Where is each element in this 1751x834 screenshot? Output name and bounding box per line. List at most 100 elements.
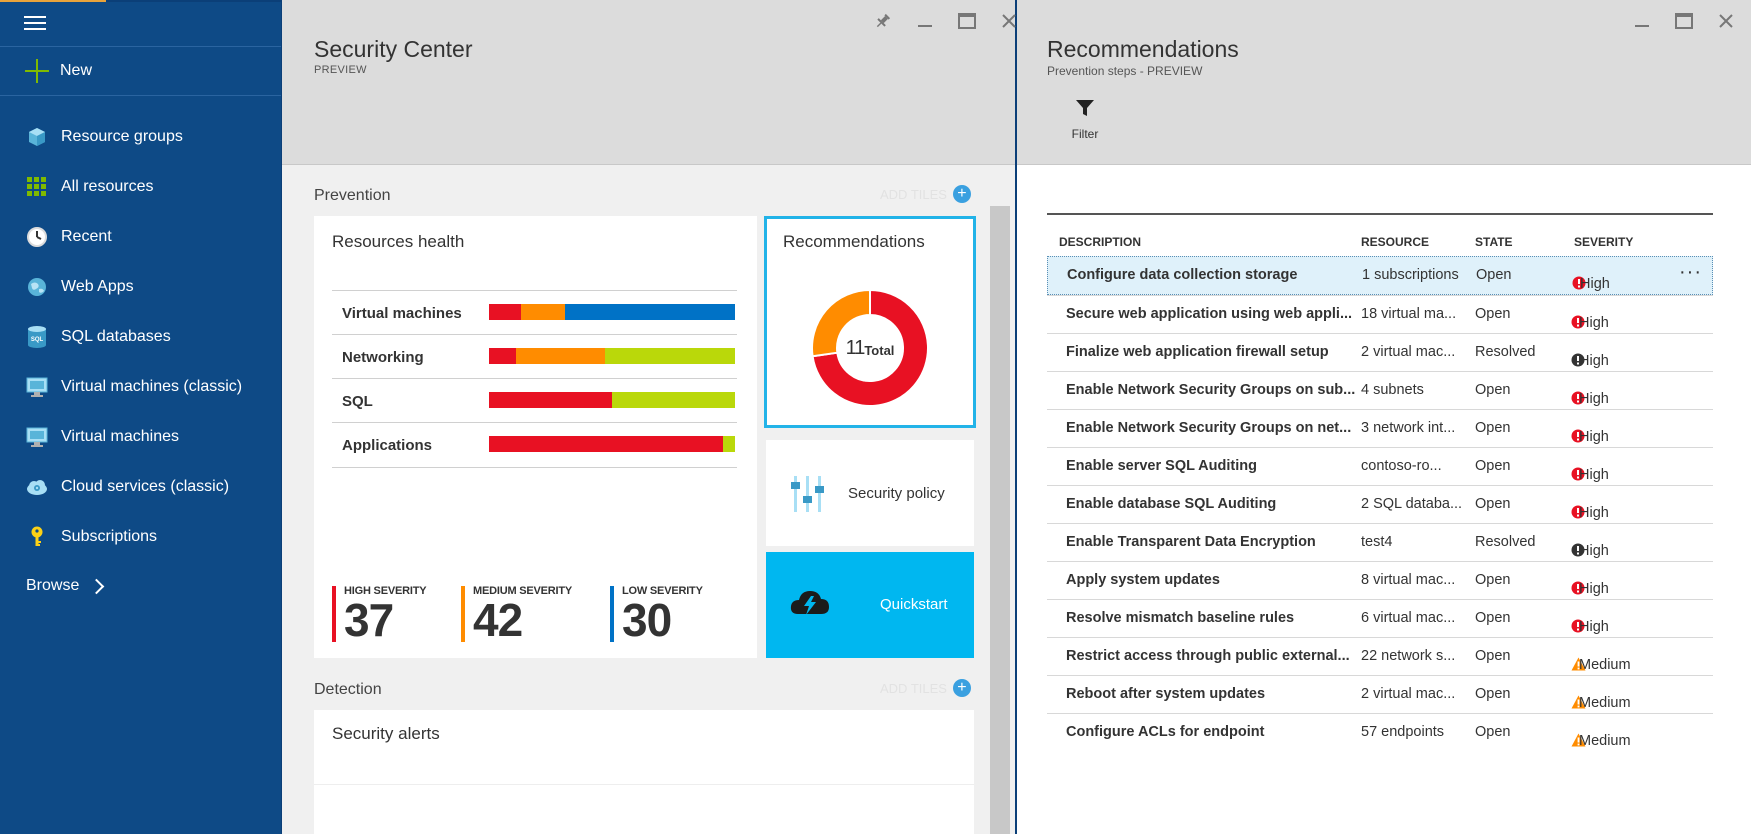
sidebar-item-label: Subscriptions	[61, 528, 158, 545]
table-row[interactable]: Enable database SQL Auditing 2 SQL databa…	[1047, 485, 1713, 523]
detection-section-label: Detection	[314, 681, 382, 698]
pin-icon[interactable]	[862, 8, 904, 34]
table-row[interactable]: Enable Network Security Groups on net...…	[1047, 409, 1713, 447]
add-tiles-label: ADD TILES	[880, 186, 947, 202]
sidebar-item-resource-groups[interactable]: Resource groups	[0, 112, 281, 162]
row-severity-label: High	[1579, 429, 1609, 445]
more-options-icon[interactable]: ···	[1679, 261, 1702, 284]
sidebar-item-sql-databases[interactable]: SQL SQL databases	[0, 312, 281, 362]
row-state: Open	[1476, 267, 1512, 283]
resources-health-tile[interactable]: Resources health Virtual machines Networ…	[314, 216, 757, 658]
health-row-name: Applications	[342, 437, 433, 454]
hamburger-menu-icon[interactable]	[24, 16, 46, 32]
sidebar-item-virtual-machines-classic[interactable]: Virtual machines (classic)	[0, 362, 281, 412]
table-row[interactable]: Configure data collection storage 1 subsc…	[1047, 256, 1713, 295]
recommendations-table: DESCRIPTION RESOURCE STATE SEVERITY Conf…	[1047, 213, 1713, 751]
sidebar-item-subscriptions[interactable]: Subscriptions	[0, 512, 281, 562]
row-resource: 57 endpoints	[1361, 724, 1445, 740]
row-resource: 8 virtual mac...	[1361, 572, 1456, 588]
table-row[interactable]: Configure ACLs for endpoint 57 endpoints O…	[1047, 713, 1713, 751]
row-severity-label: High	[1579, 543, 1609, 559]
chevron-right-icon	[89, 578, 105, 594]
health-bar-segment	[489, 348, 517, 364]
sidebar-item-cloud-services-classic[interactable]: Cloud services (classic)	[0, 462, 281, 512]
column-header-state[interactable]: STATE	[1475, 235, 1513, 249]
sidebar-item-all-resources[interactable]: All resources	[0, 162, 281, 212]
table-row[interactable]: Enable Transparent Data Encryption test4 R…	[1047, 523, 1713, 561]
severity-stripe	[332, 586, 336, 642]
cube-icon	[25, 125, 49, 149]
row-severity-label: High	[1579, 315, 1609, 331]
sliders-icon	[790, 474, 826, 519]
sidebar-item-label: Virtual machines	[61, 428, 179, 445]
health-row[interactable]: Networking	[332, 334, 737, 379]
health-row[interactable]: SQL	[332, 378, 737, 423]
new-button[interactable]: New	[0, 46, 281, 96]
add-tiles-label: ADD TILES	[880, 680, 947, 696]
column-header-resource[interactable]: RESOURCE	[1361, 235, 1429, 249]
add-tiles-button[interactable]: ADD TILES +	[880, 185, 971, 203]
row-state: Open	[1475, 686, 1511, 702]
clock-icon	[25, 225, 49, 249]
column-header-description[interactable]: DESCRIPTION	[1059, 235, 1141, 249]
tile-title: Security alerts	[332, 724, 440, 743]
row-description: Restrict access through public external.…	[1066, 648, 1350, 664]
security-alerts-tile[interactable]: Security alerts	[314, 710, 974, 834]
security-policy-label: Security policy	[848, 485, 945, 502]
minimize-icon[interactable]	[1621, 8, 1663, 34]
add-tiles-button[interactable]: ADD TILES +	[880, 679, 971, 697]
maximize-icon[interactable]	[1663, 8, 1705, 34]
severity-value: 30	[622, 594, 672, 646]
row-state: Open	[1475, 458, 1511, 474]
sidebar-item-label: All resources	[61, 178, 154, 195]
sidebar-list: Resource groups All resources Recent Web…	[0, 112, 281, 562]
table-row[interactable]: Enable server SQL Auditing contoso-ro... O…	[1047, 447, 1713, 485]
table-row[interactable]: Reboot after system updates 2 virtual mac…	[1047, 675, 1713, 713]
table-row[interactable]: Apply system updates 8 virtual mac... Open…	[1047, 561, 1713, 599]
monitor-icon	[25, 375, 49, 399]
health-bar-segment	[516, 348, 605, 364]
browse-label: Browse	[26, 577, 80, 594]
health-bar-segment	[489, 304, 521, 320]
health-bar-segment	[520, 304, 566, 320]
sidebar-item-web-apps[interactable]: Web Apps	[0, 262, 281, 312]
maximize-icon[interactable]	[946, 8, 988, 34]
quickstart-tile[interactable]: Quickstart	[766, 552, 974, 658]
table-row[interactable]: Finalize web application firewall setup 2…	[1047, 333, 1713, 371]
row-severity-label: High	[1579, 353, 1609, 369]
row-resource: contoso-ro...	[1361, 458, 1442, 474]
severity-value: 37	[344, 594, 394, 646]
browse-button[interactable]: Browse	[26, 577, 105, 595]
row-resource: 18 virtual ma...	[1361, 306, 1457, 322]
sidebar-item-virtual-machines[interactable]: Virtual machines	[0, 412, 281, 462]
row-severity-label: Medium	[1579, 733, 1631, 749]
security-policy-tile[interactable]: Security policy	[766, 440, 974, 546]
table-row[interactable]: Restrict access through public external.…	[1047, 637, 1713, 675]
row-description: Finalize web application firewall setup	[1066, 344, 1329, 360]
row-severity-label: High	[1580, 276, 1610, 292]
security-center-header: Security Center PREVIEW	[282, 0, 1016, 165]
health-bar-segment	[489, 436, 723, 452]
health-bar	[489, 436, 735, 452]
donut-center-label: 11 Total	[810, 288, 930, 408]
minimize-icon[interactable]	[904, 8, 946, 34]
row-state: Open	[1475, 724, 1511, 740]
column-header-severity[interactable]: SEVERITY	[1574, 235, 1633, 249]
blade-title: Security Center	[314, 36, 473, 62]
row-description: Resolve mismatch baseline rules	[1066, 610, 1295, 626]
recommendations-tile[interactable]: Recommendations 11 Total	[764, 216, 976, 428]
sidebar-item-recent[interactable]: Recent	[0, 212, 281, 262]
close-icon[interactable]	[1705, 8, 1747, 34]
filter-button[interactable]: Filter	[1055, 98, 1115, 141]
table-row[interactable]: Resolve mismatch baseline rules 6 virtual…	[1047, 599, 1713, 637]
blade-scrollbar[interactable]	[990, 206, 1010, 834]
health-row[interactable]: Virtual machines	[332, 290, 737, 335]
row-severity-label: High	[1579, 467, 1609, 483]
severity-value: 42	[473, 594, 523, 646]
recommendations-blade: Recommendations Prevention steps - PREVI…	[1017, 0, 1751, 834]
new-label: New	[60, 62, 93, 79]
health-row[interactable]: Applications	[332, 422, 737, 468]
health-bar-segment	[489, 392, 612, 408]
table-row[interactable]: Secure web application using web appli..…	[1047, 295, 1713, 333]
table-row[interactable]: Enable Network Security Groups on sub...…	[1047, 371, 1713, 409]
